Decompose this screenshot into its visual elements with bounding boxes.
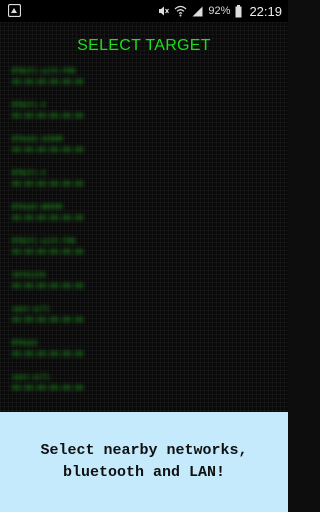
network-list-item[interactable]: BTWiFi-X 00:00:00:00:00:00: [12, 100, 212, 134]
network-list-item[interactable]: BTWiFi-with-FON 00:00:00:00:00:00: [12, 236, 212, 270]
network-name: BTWiFi-with-FON: [12, 67, 76, 75]
network-name: BTHub5-WH99R: [12, 203, 63, 211]
network-name: BTWiFi-X: [12, 169, 46, 177]
clock: 22:19: [249, 3, 282, 19]
network-list-item[interactable]: BTHub5-ACB4M 00:00:00:00:00:00: [12, 134, 212, 168]
status-bar: 92% 22:19: [0, 0, 288, 22]
network-list-item[interactable]: open-wifi 00:00:00:00:00:00: [12, 372, 212, 406]
network-name: BTHub3: [12, 339, 38, 347]
signal-icon: [192, 6, 203, 17]
promo-caption: Select nearby networks, bluetooth and LA…: [40, 442, 248, 481]
network-list-item[interactable]: BTWiFi-X 00:00:00:00:00:00: [12, 168, 212, 202]
network-list-item[interactable]: BTWiFi-with-FON 00:00:00:00:00:00: [12, 66, 212, 100]
network-mac: 00:00:00:00:00:00: [12, 180, 84, 188]
network-list-item[interactable]: BTHub3 00:00:00:00:00:00: [12, 338, 212, 372]
page-title: SELECT TARGET: [77, 37, 211, 54]
network-mac: 00:00:00:00:00:00: [12, 316, 84, 324]
network-mac: 00:00:00:00:00:00: [12, 78, 84, 86]
network-name: BTWiFi-with-FON: [12, 237, 76, 245]
network-mac: 00:00:00:00:00:00: [12, 384, 84, 392]
notification-icon: [7, 3, 22, 18]
network-list: BTWiFi-with-FON 00:00:00:00:00:00 BTWiFi-X…: [12, 66, 212, 406]
network-mac: 00:00:00:00:00:00: [12, 350, 84, 358]
network-mac: 00:00:00:00:00:00: [12, 282, 84, 290]
network-mac: 00:00:00:00:00:00: [12, 214, 84, 222]
phone-screen: 92% 22:19 SELECT TARGET BTWiFi-with-FON 0…: [0, 0, 288, 512]
network-list-item[interactable]: open-wifi 00:00:00:00:00:00: [12, 304, 212, 338]
wifi-icon: [174, 5, 187, 17]
network-name: BTHub5-ACB4M: [12, 135, 63, 143]
network-mac: 00:00:00:00:00:00: [12, 112, 84, 120]
network-name: open-wifi: [12, 305, 50, 313]
network-mac: 00:00:00:00:00:00: [12, 146, 84, 154]
battery-percent: 92%: [208, 5, 231, 17]
network-list-item[interactable]: SKY01234 00:00:00:00:00:00: [12, 270, 212, 304]
network-mac: 00:00:00:00:00:00: [12, 248, 84, 256]
network-list-item[interactable]: BTHub5-WH99R 00:00:00:00:00:00: [12, 202, 212, 236]
battery-icon: [235, 4, 242, 18]
caption-panel: Select nearby networks, bluetooth and LA…: [0, 412, 288, 512]
network-name: SKY01234: [12, 271, 46, 279]
target-selection-panel: SELECT TARGET BTWiFi-with-FON 00:00:00:00…: [0, 22, 288, 412]
network-name: BTWiFi-X: [12, 101, 46, 109]
mute-icon: [157, 5, 170, 17]
network-name: open-wifi: [12, 373, 50, 381]
